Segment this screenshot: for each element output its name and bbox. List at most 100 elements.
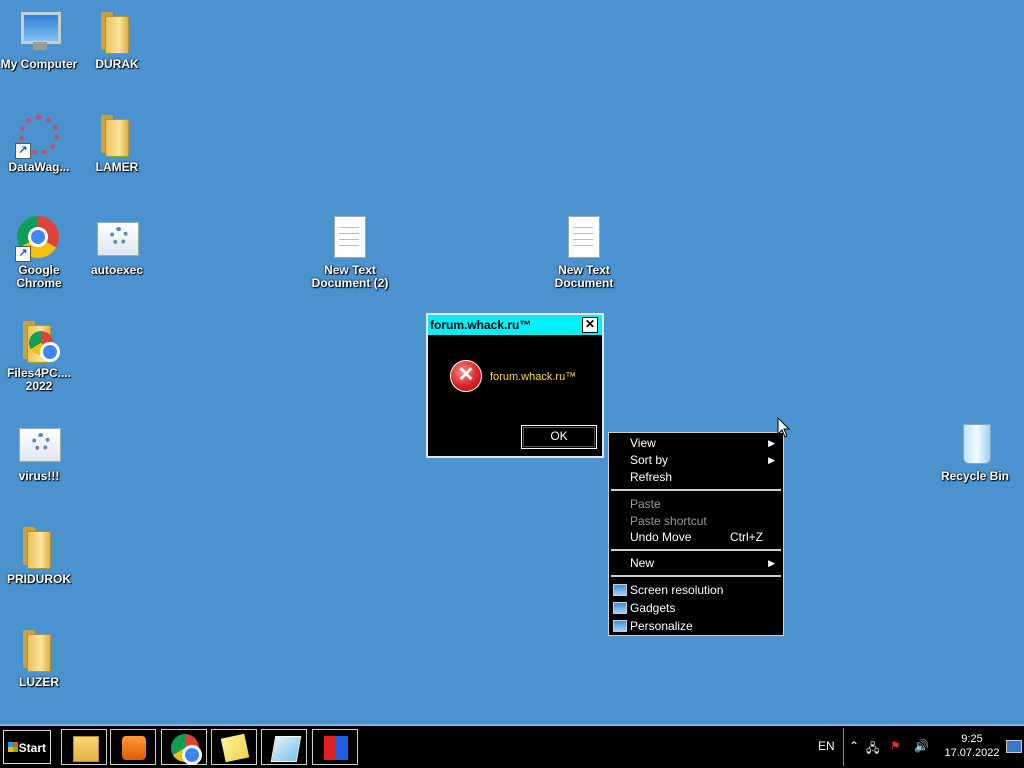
desktop-icon-new-text-document-2[interactable]: New Text Document (2) <box>311 214 389 290</box>
taskbar-snipping[interactable] <box>261 729 307 765</box>
desktop-icon-label: LUZER <box>19 675 59 689</box>
desktop-icon-label: DataWag... <box>8 160 70 174</box>
submenu-arrow-icon: ▶ <box>768 558 775 568</box>
menu-item-undo-move[interactable]: Undo Move Ctrl+Z <box>609 529 783 546</box>
volume-icon[interactable]: 🔊 <box>914 739 929 753</box>
clock-time: 9:25 <box>961 733 983 745</box>
taskbar-chrome[interactable] <box>161 729 207 765</box>
menu-item-view[interactable]: View ▶ <box>609 435 783 452</box>
folder-icon <box>93 111 141 159</box>
desktop-icon-label: Recycle Bin <box>940 469 1010 483</box>
desktop-icon-label: virus!!! <box>18 469 60 483</box>
menu-separator <box>611 549 781 551</box>
snipping-icon <box>270 736 302 762</box>
start-label: Start <box>18 741 46 755</box>
desktop-icon-recycle-bin[interactable]: Recycle Bin <box>936 420 1014 483</box>
show-desktop-icon[interactable] <box>1006 740 1022 753</box>
menu-item-label: Paste shortcut <box>630 514 707 528</box>
menu-separator <box>611 575 781 577</box>
desktop-icon-label: Google Chrome <box>16 263 62 290</box>
desktop-icon-datawag[interactable]: ↗ DataWag... <box>0 111 78 174</box>
menu-item-label: Screen resolution <box>630 583 724 597</box>
desktop-icon-label: My Computer <box>0 57 78 71</box>
desktop-icon-label: New Text Document <box>554 263 614 290</box>
taskbar-sticky-notes[interactable] <box>211 729 257 765</box>
recycle-bin-icon <box>951 420 999 468</box>
error-icon: ✕ <box>450 360 482 392</box>
menu-item-label: New <box>630 556 655 570</box>
error-dialog: forum.whack.ru™ ✕ ✕ forum.whack.ru™ OK <box>426 313 604 458</box>
display-icon <box>613 584 627 596</box>
windows-logo-icon <box>8 742 18 752</box>
file-explorer-icon <box>73 736 99 762</box>
menu-item-label: Paste <box>630 497 661 511</box>
menu-item-label: Sort by <box>630 453 669 467</box>
desktop-icon-new-text-document[interactable]: New Text Document <box>545 214 623 290</box>
desktop-icon-pridurok[interactable]: PRIDUROK <box>0 523 78 586</box>
submenu-arrow-icon: ▶ <box>768 438 775 448</box>
chrome-icon: ↗ <box>15 214 63 262</box>
menu-item-label: Undo Move <box>630 530 692 544</box>
desktop-icon-virus[interactable]: virus!!! <box>0 420 78 483</box>
desktop-icon-luzer[interactable]: LUZER <box>0 626 78 689</box>
folder-icon <box>15 523 63 571</box>
desktop-icon-label: LAMER <box>95 160 139 174</box>
settings-file-icon <box>15 420 63 468</box>
dialog-message: forum.whack.ru™ <box>490 371 577 383</box>
menu-item-paste-shortcut[interactable]: Paste shortcut <box>609 513 783 530</box>
desktop-icon-lamer[interactable]: LAMER <box>78 111 156 174</box>
folder-icon <box>93 8 141 56</box>
shortcut-arrow-icon: ↗ <box>15 143 31 159</box>
paint-app-icon <box>324 736 348 760</box>
menu-item-gadgets[interactable]: Gadgets <box>609 600 783 617</box>
folder-icon <box>15 626 63 674</box>
chrome-folder-icon <box>15 317 63 365</box>
desktop-icon-files4pc[interactable]: Files4PC.... 2022 <box>0 317 78 393</box>
show-hidden-icons-chevron-icon[interactable]: ⌃ <box>849 739 859 753</box>
menu-item-new[interactable]: New ▶ <box>609 555 783 572</box>
dialog-titlebar[interactable]: forum.whack.ru™ ✕ <box>428 315 602 335</box>
clock[interactable]: 9:25 17.07.2022 <box>944 732 1000 760</box>
menu-item-personalize[interactable]: Personalize <box>609 618 783 635</box>
menu-item-paste[interactable]: Paste <box>609 496 783 513</box>
desktop-icon-label: autoexec <box>90 263 144 277</box>
menu-item-sort-by[interactable]: Sort by ▶ <box>609 452 783 469</box>
gadgets-icon <box>613 602 627 614</box>
taskbar-file-explorer[interactable] <box>61 729 107 765</box>
settings-file-icon <box>93 214 141 262</box>
personalize-icon <box>613 620 627 632</box>
mouse-cursor-icon <box>777 417 791 438</box>
menu-separator <box>611 489 781 491</box>
action-center-flag-icon[interactable]: ⚑ <box>890 739 901 753</box>
taskbar-paint-app[interactable] <box>312 729 358 765</box>
start-button[interactable]: Start <box>3 730 51 764</box>
media-player-icon <box>122 736 146 760</box>
language-indicator[interactable]: EN <box>818 739 835 753</box>
shortcut-arrow-icon: ↗ <box>15 246 31 262</box>
menu-item-refresh[interactable]: Refresh <box>609 469 783 486</box>
desktop-icon-autoexec[interactable]: autoexec <box>78 214 156 277</box>
submenu-arrow-icon: ▶ <box>768 455 775 465</box>
desktop-icon-label: DURAK <box>95 57 139 71</box>
taskbar: Start EN ⌃ 🖧 ⚑ 🔊 9:25 17.07.2022 <box>0 724 1024 768</box>
menu-item-label: Gadgets <box>630 601 676 615</box>
desktop-context-menu: View ▶ Sort by ▶ Refresh Paste Paste sho… <box>608 432 784 636</box>
ok-button[interactable]: OK <box>521 425 597 449</box>
menu-item-shortcut: Ctrl+Z <box>730 530 763 544</box>
app-shortcut-icon: ↗ <box>15 111 63 159</box>
desktop-icon-google-chrome[interactable]: ↗ Google Chrome <box>0 214 78 290</box>
clock-date: 17.07.2022 <box>944 747 1000 759</box>
desktop-icon-label: New Text Document (2) <box>311 263 389 290</box>
text-document-icon <box>560 214 608 262</box>
menu-item-screen-resolution[interactable]: Screen resolution <box>609 582 783 599</box>
desktop-icon-durak[interactable]: DURAK <box>78 8 156 71</box>
menu-item-label: View <box>630 436 656 450</box>
close-icon[interactable]: ✕ <box>582 317 598 333</box>
network-icon[interactable]: 🖧 <box>866 739 879 760</box>
taskbar-media-player[interactable] <box>110 729 156 765</box>
system-tray: ⌃ 🖧 ⚑ 🔊 9:25 17.07.2022 <box>843 728 1024 766</box>
text-document-icon <box>326 214 374 262</box>
desktop-icon-label: Files4PC.... 2022 <box>6 366 72 393</box>
menu-item-label: Refresh <box>630 470 673 484</box>
desktop-icon-my-computer[interactable]: My Computer <box>0 8 78 71</box>
